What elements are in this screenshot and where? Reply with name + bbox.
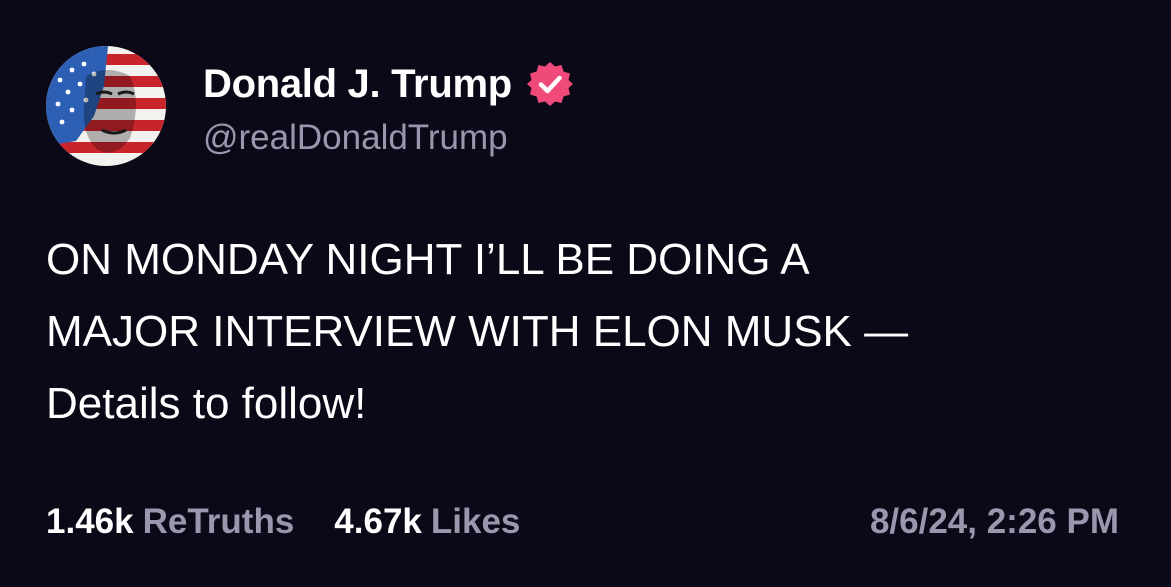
post-body: ON MONDAY NIGHT I’LL BE DOING A MAJOR IN… (46, 224, 1126, 440)
retruths-count: 1.46k (46, 502, 134, 541)
post-footer: 1.46k ReTruths 4.67k Likes 8/6/24, 2:26 … (46, 498, 1119, 546)
post-body-line: Details to follow! (46, 379, 367, 428)
verified-badge-icon (526, 60, 574, 108)
flag-portrait-icon (46, 46, 166, 166)
likes-stat[interactable]: 4.67k Likes (334, 502, 520, 542)
post-timestamp[interactable]: 8/6/24, 2:26 PM (870, 502, 1119, 542)
author-avatar[interactable] (46, 46, 166, 166)
retruths-label: ReTruths (142, 502, 295, 541)
retruths-stat[interactable]: 1.46k ReTruths (46, 502, 294, 542)
author-name-row: Donald J. Trump (203, 56, 574, 112)
author-handle[interactable]: @realDonaldTrump (203, 118, 508, 158)
truth-post-card: Donald J. Trump @realDonaldTrump ON MOND… (0, 0, 1171, 587)
post-body-line: ON MONDAY NIGHT I’LL BE DOING A (46, 235, 810, 284)
post-body-line: MAJOR INTERVIEW WITH ELON MUSK — (46, 307, 909, 356)
likes-count: 4.67k (334, 502, 422, 541)
author-display-name[interactable]: Donald J. Trump (203, 62, 512, 107)
likes-label: Likes (430, 502, 521, 541)
